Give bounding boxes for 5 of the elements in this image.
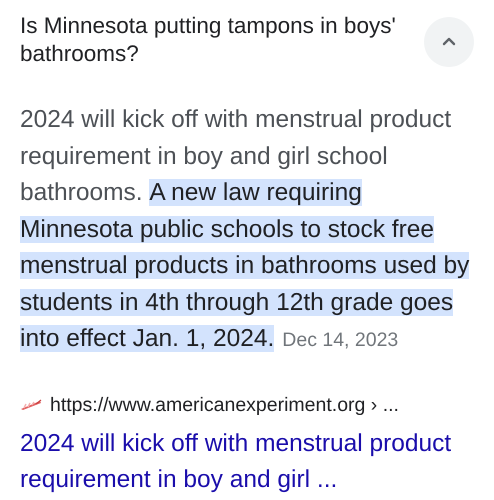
question-text: Is Minnesota putting tampons in boys' bathrooms? [20, 12, 397, 68]
result-title-link[interactable]: 2024 will kick off with menstrual product requirement in boy and girl ... [20, 426, 474, 498]
collapse-button[interactable] [424, 17, 474, 67]
site-favicon-icon [20, 399, 42, 412]
source-url: https://www.americanexperiment.org › ... [50, 392, 399, 418]
